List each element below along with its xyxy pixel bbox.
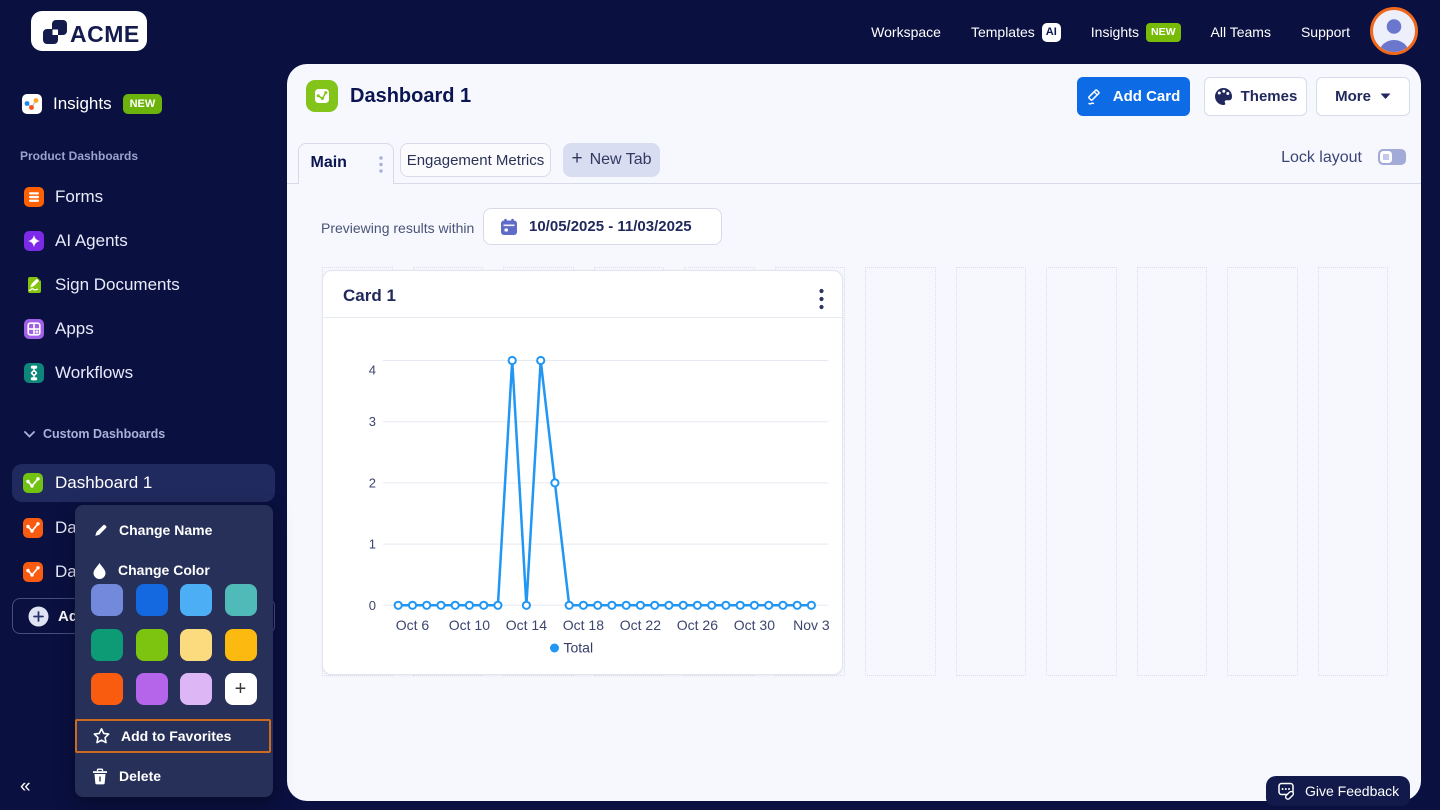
svg-text:Oct 10: Oct 10 — [449, 617, 490, 633]
svg-text:0: 0 — [369, 598, 376, 613]
svg-text:Nov 3: Nov 3 — [793, 617, 830, 633]
svg-text:Total: Total — [564, 640, 594, 656]
svg-text:Oct 30: Oct 30 — [734, 617, 775, 633]
svg-text:Oct 22: Oct 22 — [620, 617, 661, 633]
svg-text:Oct 26: Oct 26 — [677, 617, 718, 633]
svg-text:ACME: ACME — [70, 21, 140, 47]
svg-text:Oct 18: Oct 18 — [563, 617, 604, 633]
svg-text:Oct 14: Oct 14 — [506, 617, 547, 633]
svg-text:1: 1 — [369, 537, 376, 552]
svg-text:3: 3 — [369, 414, 376, 429]
svg-text:Oct 6: Oct 6 — [396, 617, 430, 633]
svg-text:2: 2 — [369, 475, 376, 490]
svg-text:4: 4 — [369, 363, 376, 378]
